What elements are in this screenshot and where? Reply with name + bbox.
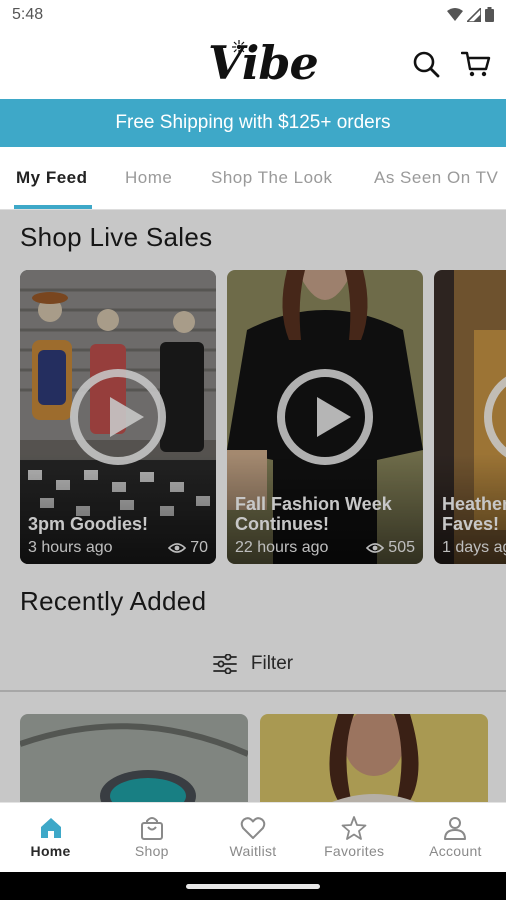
live-sale-views: 70	[168, 539, 208, 557]
filter-label: Filter	[250, 653, 294, 674]
live-sales-title: Shop Live Sales	[20, 222, 213, 252]
home-gesture-handle[interactable]	[186, 884, 320, 889]
filter-button[interactable]: Filter	[0, 634, 506, 694]
live-sale-title: 3pm Goodies!	[28, 514, 149, 534]
live-sale-card[interactable]: 3pm Goodies! 3 hours ago 70	[20, 270, 216, 564]
nav-home-label: Home	[30, 843, 71, 859]
tab-home[interactable]: Home	[125, 168, 172, 188]
nav-waitlist-label: Waitlist	[229, 843, 277, 859]
app-header: Vibe	[0, 32, 506, 98]
product-card[interactable]	[20, 714, 248, 802]
live-sale-time: 1 days ago	[442, 539, 506, 556]
status-bar: 5:48	[0, 0, 506, 32]
eye-icon	[168, 543, 187, 553]
person-icon	[444, 817, 467, 840]
product-image	[260, 714, 488, 802]
filter-sliders-icon	[212, 654, 237, 674]
cart-button[interactable]	[460, 48, 492, 80]
live-sale-title: Heather with her Faves!	[442, 494, 506, 534]
product-image	[20, 714, 248, 802]
home-icon	[40, 818, 61, 838]
nav-account[interactable]: Account	[405, 803, 506, 872]
play-icon[interactable]	[70, 369, 166, 465]
views-count: 70	[190, 539, 208, 556]
status-time: 5:48	[12, 6, 44, 23]
live-sale-time: 22 hours ago	[235, 539, 329, 556]
live-sale-views: 505	[366, 539, 415, 557]
nav-account-label: Account	[429, 843, 482, 859]
nav-home[interactable]: Home	[0, 803, 101, 872]
status-icons	[447, 7, 494, 22]
nav-waitlist[interactable]: Waitlist	[202, 803, 303, 872]
search-button[interactable]	[410, 48, 442, 80]
views-count: 505	[388, 539, 415, 556]
eye-icon	[366, 543, 385, 553]
bottom-nav: Home Shop Waitlist Favorites Account	[0, 802, 506, 872]
shopping-bag-icon	[140, 817, 163, 840]
battery-icon	[485, 7, 494, 22]
logo-text: Vibe	[208, 36, 319, 90]
section-divider	[0, 690, 506, 692]
wifi-icon	[447, 7, 463, 21]
nav-favorites-label: Favorites	[324, 843, 385, 859]
play-icon[interactable]	[277, 369, 373, 465]
system-gesture-bar	[0, 872, 506, 900]
tab-shop-the-look[interactable]: Shop The Look	[211, 168, 333, 188]
signal-icon	[467, 7, 481, 22]
tab-my-feed[interactable]: My Feed	[16, 168, 88, 188]
live-sale-title: Fall Fashion Week Continues!	[235, 494, 392, 534]
tab-as-seen-on-tv[interactable]: As Seen On TV	[374, 168, 498, 188]
feed-tabs: My Feed Home Shop The Look As Seen On TV	[0, 148, 506, 210]
nav-shop-label: Shop	[134, 843, 169, 859]
active-tab-indicator	[14, 205, 92, 209]
nav-favorites[interactable]: Favorites	[304, 803, 405, 872]
live-sale-card[interactable]: Heather with her Faves! 1 days ago	[434, 270, 506, 564]
heart-icon	[240, 817, 266, 839]
feed-content: Shop Live Sales 3pm Goodies! 3 hours ago…	[0, 210, 506, 802]
nav-shop[interactable]: Shop	[101, 803, 202, 872]
banner-text: Free Shipping with $125+ orders	[115, 112, 391, 133]
free-shipping-banner[interactable]: Free Shipping with $125+ orders	[0, 99, 506, 147]
vibe-logo[interactable]: Vibe	[206, 36, 319, 94]
cart-icon	[461, 51, 491, 77]
search-icon	[413, 51, 440, 78]
flower-icon	[232, 40, 246, 54]
live-sale-card[interactable]: Fall Fashion Week Continues! 22 hours ag…	[227, 270, 423, 564]
product-card[interactable]	[260, 714, 488, 802]
star-icon	[341, 816, 367, 840]
recently-added-title: Recently Added	[20, 586, 207, 616]
live-sale-time: 3 hours ago	[28, 539, 113, 556]
